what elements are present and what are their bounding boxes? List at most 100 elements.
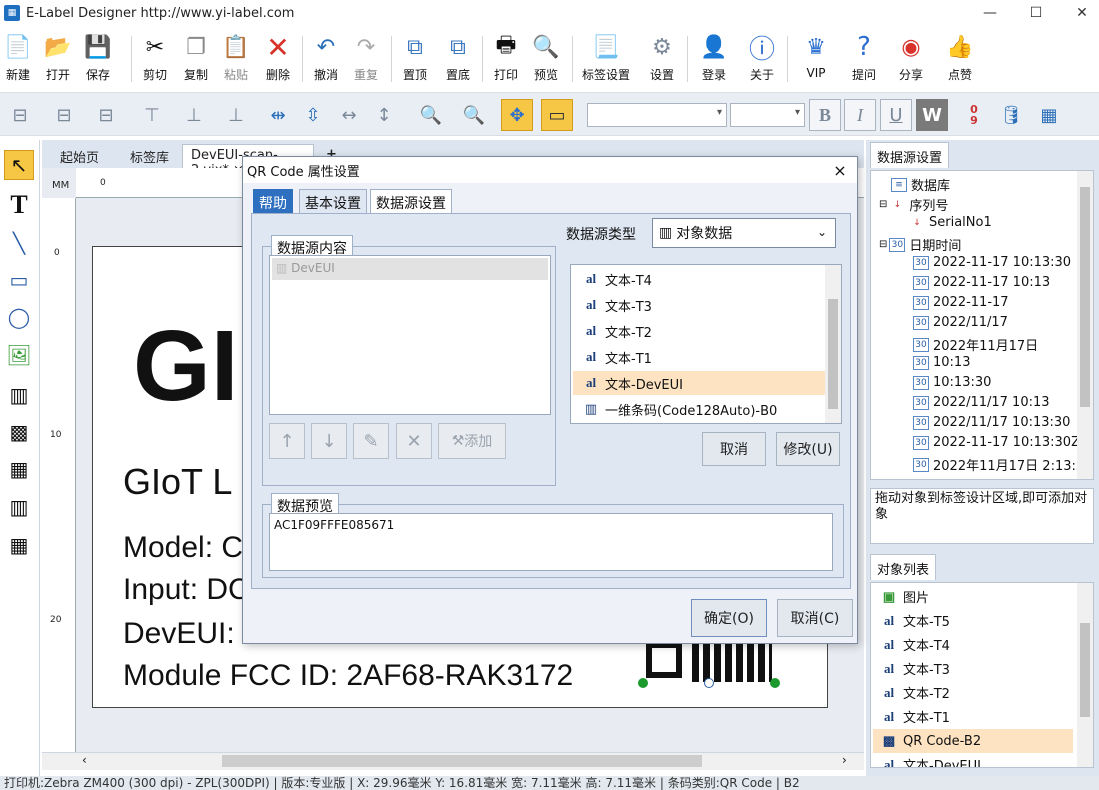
save-button[interactable]: 💾 保存 bbox=[77, 32, 119, 88]
h-space-icon[interactable]: ↔ bbox=[333, 99, 365, 131]
scroll-left-icon[interactable]: ‹ bbox=[82, 753, 87, 767]
ds-list-item[interactable]: al 文本-T1 bbox=[573, 345, 825, 369]
pointer-tool-icon[interactable]: ↖ bbox=[4, 150, 34, 180]
tree-item[interactable]: 30 2022/11/17 bbox=[913, 315, 1008, 330]
label-line-deveui[interactable]: DevEUI: bbox=[123, 617, 235, 651]
ds-modify-button[interactable]: 修改(U) bbox=[776, 432, 840, 466]
text-tool-icon[interactable]: T bbox=[4, 190, 34, 220]
cut-button[interactable]: ✂ 剪切 bbox=[134, 32, 176, 88]
close-window-button[interactable]: ✕ bbox=[1059, 0, 1099, 26]
align-right-icon[interactable]: ⊟ bbox=[90, 99, 122, 131]
object-list-item-selected[interactable]: ▩ QR Code-B2 bbox=[873, 729, 1073, 753]
new-button[interactable]: 📄 新建 bbox=[0, 32, 39, 88]
ellipse-tool-icon[interactable]: ◯ bbox=[4, 302, 34, 332]
tree-item[interactable]: 30 2022-11-17 10:13:30Z bbox=[913, 435, 1080, 450]
edit-item-button[interactable]: ✎ bbox=[353, 423, 389, 459]
dialog-close-icon[interactable]: × bbox=[829, 159, 851, 181]
datasource-content-item[interactable]: ▥ DevEUI bbox=[272, 258, 548, 280]
datasource-content-list[interactable]: ▥ DevEUI bbox=[269, 255, 551, 415]
ds-list-item[interactable]: ▥ 一维条码(Code128Auto)-B0 bbox=[573, 397, 825, 421]
object-list-item[interactable]: al 文本-T4 bbox=[881, 635, 950, 655]
print-button[interactable]: 🖶 打印 bbox=[485, 32, 527, 88]
tree-item[interactable]: 30 10:13 bbox=[913, 355, 970, 370]
italic-button[interactable]: I bbox=[844, 99, 876, 131]
label-line-model[interactable]: Model: C bbox=[123, 531, 243, 565]
remove-item-button[interactable]: ✕ bbox=[396, 423, 432, 459]
delete-button[interactable]: ✕ 删除 bbox=[257, 31, 299, 88]
object-list-item[interactable]: al 文本-T3 bbox=[881, 659, 950, 679]
align-bottom-icon[interactable]: ⊥ bbox=[220, 99, 252, 131]
serial-sort-icon[interactable]: 0 9 bbox=[958, 99, 990, 131]
ok-button[interactable]: 确定(O) bbox=[691, 599, 767, 637]
table-tool-icon[interactable]: ▦ bbox=[4, 530, 34, 560]
tab-datasource-settings[interactable]: 数据源设置 bbox=[370, 189, 452, 213]
tab-basic-settings[interactable]: 基本设置 bbox=[299, 189, 367, 213]
tab-help[interactable]: 帮助 bbox=[253, 189, 293, 213]
tab-label-library[interactable]: 标签库 bbox=[122, 144, 177, 168]
label-logo[interactable]: GI bbox=[133, 309, 239, 424]
line-tool-icon[interactable]: ╲ bbox=[4, 228, 34, 258]
object-list-item[interactable]: al 文本-T5 bbox=[881, 611, 950, 631]
move-down-button[interactable]: ↓ bbox=[311, 423, 347, 459]
move-up-button[interactable]: ↑ bbox=[269, 423, 305, 459]
vip-button[interactable]: ♛ VIP bbox=[795, 32, 837, 88]
ruler-toggle-icon[interactable]: ▭ bbox=[541, 99, 573, 131]
v-distribute-icon[interactable]: ⇳ bbox=[297, 99, 329, 131]
align-middle-icon[interactable]: ⊥ bbox=[178, 99, 210, 131]
label-settings-button[interactable]: 📃 标签设置 bbox=[582, 32, 630, 88]
bring-front-button[interactable]: ⧉ 置顶 bbox=[394, 32, 436, 88]
ds-cancel-button[interactable]: 取消 bbox=[702, 432, 766, 466]
canvas-h-scrollbar[interactable]: ‹ › bbox=[42, 752, 864, 770]
datamatrix-tool-icon[interactable]: ▦ bbox=[4, 454, 34, 484]
h-distribute-icon[interactable]: ⇹ bbox=[262, 99, 294, 131]
underline-button[interactable]: U bbox=[880, 99, 912, 131]
fit-page-icon[interactable]: ✥ bbox=[501, 99, 533, 131]
ds-list-item-selected[interactable]: al 文本-DevEUI bbox=[573, 371, 825, 395]
v-space-icon[interactable]: ↕ bbox=[368, 99, 400, 131]
barcode-tool-icon[interactable]: ▥ bbox=[4, 380, 34, 410]
tree-item[interactable]: 30 2022/11/17 10:13:30 bbox=[913, 415, 1070, 430]
objlist-v-scrollbar[interactable] bbox=[1077, 583, 1093, 767]
qr-code-object[interactable] bbox=[638, 638, 780, 688]
cancel-button[interactable]: 取消(C) bbox=[777, 599, 853, 637]
font-size-select[interactable] bbox=[730, 103, 805, 127]
align-left-icon[interactable]: ⊟ bbox=[4, 99, 36, 131]
scroll-right-icon[interactable]: › bbox=[842, 753, 847, 767]
tree-item[interactable]: 30 2022年11月17日 bbox=[913, 335, 1038, 354]
about-button[interactable]: ⓘ 关于 bbox=[741, 32, 783, 88]
settings-button[interactable]: ⚙ 设置 bbox=[641, 32, 683, 88]
rectangle-tool-icon[interactable]: ▭ bbox=[4, 265, 34, 295]
maximize-button[interactable]: ☐ bbox=[1013, 0, 1059, 26]
paste-button[interactable]: 📋 粘贴 bbox=[215, 32, 257, 88]
word-wrap-button[interactable]: W bbox=[916, 99, 948, 131]
object-list-item[interactable]: ▣ 图片 bbox=[881, 587, 929, 607]
qrcode-tool-icon[interactable]: ▩ bbox=[4, 417, 34, 447]
undo-button[interactable]: ↶ 撤消 bbox=[305, 32, 347, 88]
tree-v-scrollbar[interactable] bbox=[1077, 171, 1093, 479]
zoom-in-icon[interactable]: 🔍 bbox=[458, 99, 490, 131]
database-icon[interactable]: 🛢 bbox=[995, 99, 1027, 131]
image-tool-icon[interactable]: 🖼 bbox=[4, 340, 34, 370]
datasource-tree[interactable]: ≡ 数据库 ⊟ ↓ 序列号 ↓ SerialNo1 ⊟ 30 日期时间 30 2022-11-… bbox=[870, 170, 1094, 480]
open-button[interactable]: 📂 打开 bbox=[37, 32, 79, 88]
minimize-button[interactable]: — bbox=[967, 0, 1013, 26]
font-family-select[interactable] bbox=[587, 103, 727, 127]
ds-list-item[interactable]: al 文本-T4 bbox=[573, 267, 825, 291]
object-list-item[interactable]: al 文本-T1 bbox=[881, 707, 950, 727]
login-button[interactable]: 👤 登录 bbox=[693, 32, 735, 88]
tree-item[interactable]: ≡ 数据库 bbox=[891, 175, 950, 194]
ds-list-scrollbar[interactable] bbox=[825, 265, 841, 423]
ds-list-item[interactable]: al 文本-T2 bbox=[573, 319, 825, 343]
datasource-object-list[interactable]: al 文本-T4 al 文本-T3 al 文本-T2 al 文本-T1 al 文本-Dev… bbox=[570, 264, 842, 424]
tree-item[interactable]: 30 2022/11/17 10:13 bbox=[913, 395, 1050, 410]
add-item-button[interactable]: ⚒ 添加 bbox=[438, 423, 506, 459]
preview-button[interactable]: 🔍 预览 bbox=[525, 32, 567, 88]
object-list[interactable]: ▣ 图片 al 文本-T5 al 文本-T4 al 文本-T3 al 文本-T2 al 文本… bbox=[870, 582, 1094, 768]
tree-item[interactable]: 30 2022-11-17 10:13 bbox=[913, 275, 1050, 290]
zoom-out-icon[interactable]: 🔍 bbox=[415, 99, 447, 131]
ds-list-item[interactable]: al 文本-T3 bbox=[573, 293, 825, 317]
redo-button[interactable]: ↷ 重复 bbox=[345, 32, 387, 88]
datasource-type-select[interactable]: ▥ 对象数据 ⌄ bbox=[652, 218, 836, 248]
tree-item[interactable]: 30 10:13:30 bbox=[913, 375, 991, 390]
pdf417-tool-icon[interactable]: ▥ bbox=[4, 492, 34, 522]
